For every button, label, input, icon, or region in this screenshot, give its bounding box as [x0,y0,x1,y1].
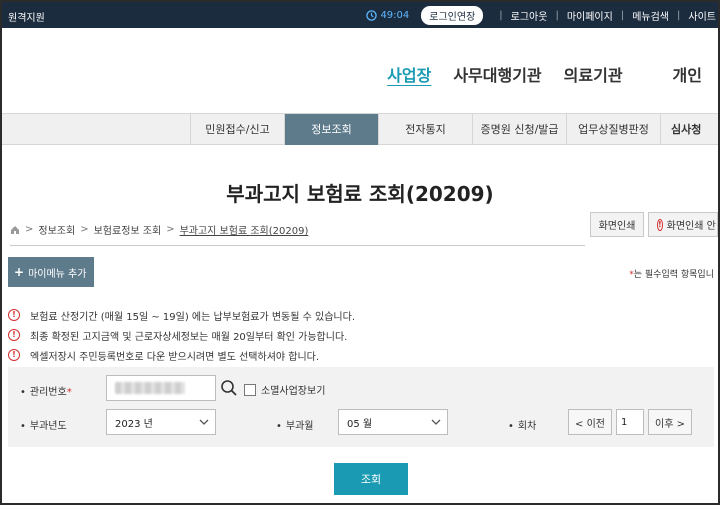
breadcrumb-item[interactable]: 정보조회 [38,222,75,237]
round-label-text: 회차 [517,421,537,432]
round-value: 1 [621,416,628,428]
prev-round-button[interactable]: < 이전 [568,409,612,435]
year-label-text: 부과년도 [29,421,67,432]
user-type-tabs: 사업장 사무대행기관 의료기관 개인 [387,62,718,86]
required-note-text: 는 필수입력 항목입니 [633,270,714,280]
divider: | [677,9,681,21]
breadcrumb-current: 부과고지 보험료 조회(20209) [179,226,309,237]
divider: | [555,9,559,21]
breadcrumb-separator: > [25,224,34,235]
month-select[interactable]: 05 월 [338,409,448,435]
menu-item-disease[interactable]: 업무상질병판정 [566,114,660,145]
mgmt-number-input[interactable] [106,375,216,401]
mgmt-number-label: • 관리번호* [20,387,72,398]
menu-search-link[interactable]: 메뉴검색 [632,8,669,23]
breadcrumb-separator: > [80,224,89,235]
alert-icon: ! [8,349,20,361]
month-label: • 부과월 [276,421,314,432]
year-label: • 부과년도 [20,421,67,432]
mypage-link[interactable]: 마이페이지 [567,8,613,23]
divider: | [620,9,625,21]
logout-link[interactable]: 로그아웃 [511,8,548,23]
notice-item: ! 최종 확정된 고지금액 및 근로자상세정보는 매월 20일부터 확인 가능합… [8,325,355,345]
alert-icon: ! [8,309,20,321]
menu-item-certificate[interactable]: 증명원 신청/발급 [472,114,566,145]
month-selected-value: 05 월 [347,418,373,430]
tab-medical[interactable]: 의료기관 [564,62,623,86]
login-extend-button[interactable]: 로그인연장 [421,5,484,25]
session-timer: 49:04 [366,10,409,21]
sitemap-link[interactable]: 사이트 [688,8,716,23]
top-utility-bar: 원격지원 49:04 로그인연장 | 로그아웃 | 마이페이지 | 메뉴검색 |… [2,2,718,28]
required-star: * [66,387,72,398]
checkbox-box[interactable] [244,383,256,396]
print-button-label: 화면인쇄 [598,221,636,232]
home-icon[interactable] [10,225,20,235]
timer-value: 49:04 [380,9,410,21]
chevron-down-icon [199,419,209,425]
masked-value [115,382,185,394]
page-title: 부과고지 보험료 조회(20209) [226,182,494,206]
menu-item-info-inquiry[interactable]: 정보조회 [284,114,378,145]
remote-support-link[interactable]: 원격지원 [8,9,45,24]
alert-icon: ! [8,329,20,341]
add-my-menu-label: 마이메뉴 추가 [28,268,87,280]
tab-individual[interactable]: 개인 [673,62,702,86]
plus-icon: + [14,265,25,279]
notice-list: ! 보험료 산정기간 (매월 15일 ~ 19일) 에는 납부보험료가 변동될 … [8,305,355,365]
breadcrumb-separator: > [166,224,175,235]
main-menu: 민원접수/신고 정보조회 전자통지 증명원 신청/발급 업무상질병판정 심사청 [2,113,718,145]
notice-text: 보험료 산정기간 (매월 15일 ~ 19일) 에는 납부보험료가 변동될 수 … [30,311,355,323]
round-input[interactable]: 1 [616,409,644,435]
search-button[interactable]: 조회 [334,463,408,495]
round-label: • 회차 [508,421,537,432]
tab-agency[interactable]: 사무대행기관 [453,62,541,86]
menu-item-review[interactable]: 심사청 [660,114,718,145]
checkbox-label: 소멸사업장보기 [261,386,326,397]
clock-icon [366,9,378,21]
print-guide-label: 화면인쇄 안 [666,221,716,232]
breadcrumb-item[interactable]: 보험료정보 조회 [94,222,162,237]
notice-text: 엑셀저장시 주민등록번호로 다운 받으시려면 별도 선택하셔야 합니다. [30,351,320,363]
chevron-down-icon [431,419,441,425]
tab-workplace[interactable]: 사업장 [387,62,431,86]
alert-icon: ! [657,218,663,231]
notice-item: ! 보험료 산정기간 (매월 15일 ~ 19일) 에는 납부보험료가 변동될 … [8,305,355,325]
print-button[interactable]: 화면인쇄 [590,212,644,237]
menu-item-e-notice[interactable]: 전자통지 [378,114,472,145]
add-my-menu-button[interactable]: + 마이메뉴 추가 [8,257,94,287]
required-note: *는 필수입력 항목입니 [629,267,714,280]
closed-workplace-checkbox[interactable]: 소멸사업장보기 [244,382,325,397]
notice-text: 최종 확정된 고지금액 및 근로자상세정보는 매월 20일부터 확인 가능합니다… [30,331,348,343]
next-round-button[interactable]: 이후 > [648,409,692,435]
breadcrumb-divider [10,245,585,246]
year-select[interactable]: 2023 년 [106,409,216,435]
divider: | [499,9,503,21]
mgmt-label-text: 관리번호 [29,387,67,398]
search-icon[interactable] [220,379,238,397]
breadcrumb: > 정보조회 > 보험료정보 조회 > 부과고지 보험료 조회(20209) [10,222,308,237]
menu-item-civil[interactable]: 민원접수/신고 [190,114,284,145]
month-label-text: 부과월 [285,421,314,432]
notice-item: ! 엑셀저장시 주민등록번호로 다운 받으시려면 별도 선택하셔야 합니다. [8,345,355,365]
browser-frame: 원격지원 49:04 로그인연장 | 로그아웃 | 마이페이지 | 메뉴검색 |… [0,0,720,505]
search-form: • 관리번호* 소멸사업장보기 • 부과년도 2023 년 • 부과월 05 월 • 회… [8,367,714,447]
year-selected-value: 2023 년 [115,418,153,430]
print-guide-button[interactable]: ! 화면인쇄 안 [648,212,718,237]
